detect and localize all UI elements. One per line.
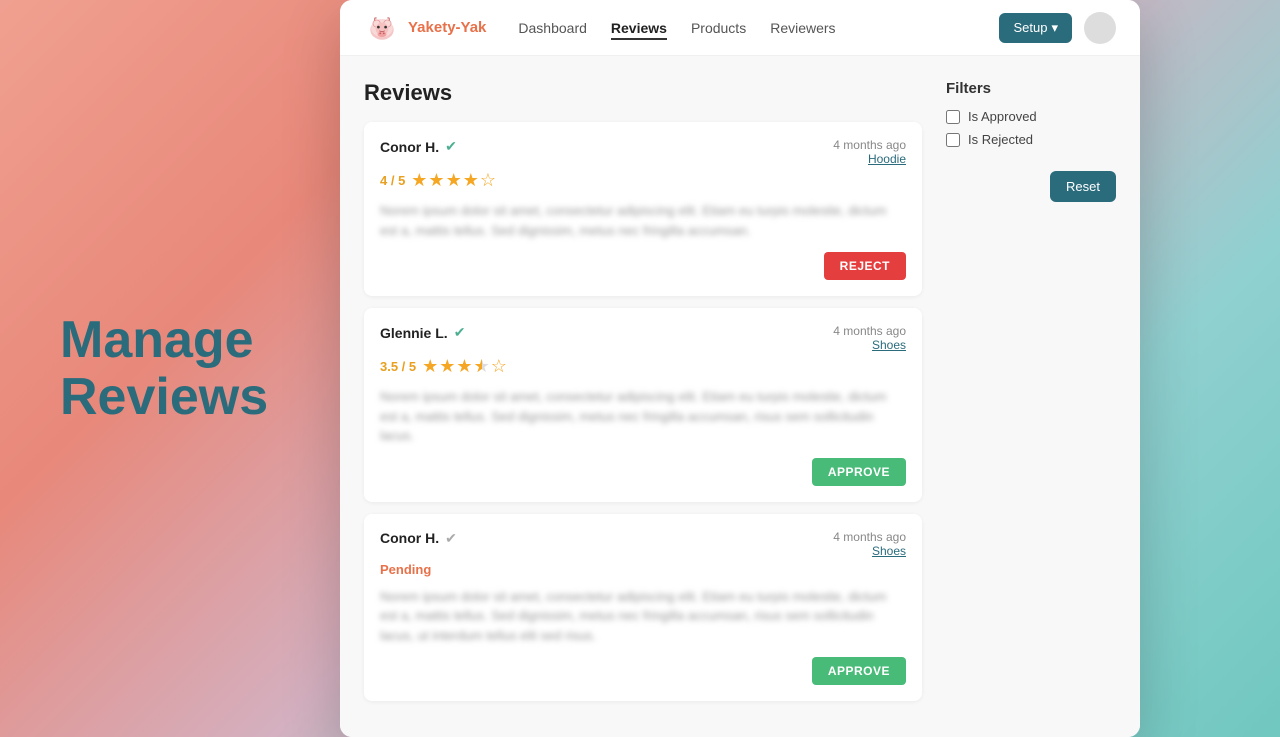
nav-products[interactable]: Products [691,16,746,40]
review-product[interactable]: Hoodie [833,152,906,166]
filters-title: Filters [946,80,1116,97]
reset-button[interactable]: Reset [1050,171,1116,202]
nav-reviews[interactable]: Reviews [611,16,667,40]
approve-button[interactable]: APPROVE [812,657,906,685]
filter-approved[interactable]: Is Approved [946,109,1116,124]
review-body: Norem ipsum dolor sit amet, consectetur … [380,587,906,646]
review-body: Norem ipsum dolor sit amet, consectetur … [380,387,906,446]
review-meta-right: 4 months ago Hoodie [833,138,906,166]
reviewer-info: Conor H. ✔ [380,138,457,155]
filter-approved-label: Is Approved [968,109,1037,124]
filter-rejected-checkbox[interactable] [946,133,960,147]
nav-dashboard[interactable]: Dashboard [518,16,587,40]
review-card: Conor H. ✔ 4 months ago Hoodie 4 / 5 ★★★… [364,122,922,296]
filters-sidebar: Filters Is Approved Is Rejected Reset [946,80,1116,713]
review-product[interactable]: Shoes [833,544,906,558]
review-header: Conor H. ✔ 4 months ago Hoodie [380,138,906,166]
review-actions: REJECT [380,252,906,280]
reviewer-name: Conor H. [380,530,439,546]
nav-right: Setup ▾ [999,12,1116,44]
nav-links: Dashboard Reviews Products Reviewers [518,16,999,40]
avatar[interactable] [1084,12,1116,44]
review-meta-right: 4 months ago Shoes [833,324,906,352]
review-time: 4 months ago [833,530,906,544]
review-card: Conor H. ✔ 4 months ago Shoes Pending No… [364,514,922,702]
brand-name: Yakety-Yak [408,19,486,36]
reviews-section: Reviews Conor H. ✔ 4 months ago Hoodie 4… [364,80,922,713]
setup-button[interactable]: Setup ▾ [999,13,1072,43]
review-header: Glennie L. ✔ 4 months ago Shoes [380,324,906,352]
filter-approved-checkbox[interactable] [946,110,960,124]
approve-button[interactable]: APPROVE [812,458,906,486]
rating-text: 3.5 / 5 [380,359,416,374]
reviewer-info: Glennie L. ✔ [380,324,465,341]
app-window: Yakety-Yak Dashboard Reviews Products Re… [340,0,1140,737]
main-content: Reviews Conor H. ✔ 4 months ago Hoodie 4… [340,56,1140,737]
verified-icon: ✔ [454,324,466,341]
nav-reviewers[interactable]: Reviewers [770,16,835,40]
navbar: Yakety-Yak Dashboard Reviews Products Re… [340,0,1140,56]
reject-button[interactable]: REJECT [824,252,906,280]
verified-icon: ✔ [445,530,457,547]
reviewer-name: Conor H. [380,139,439,155]
rating-row: 4 / 5 ★★★★☆ [380,170,906,191]
filter-rejected-label: Is Rejected [968,132,1033,147]
page-title: Reviews [364,80,922,106]
review-time: 4 months ago [833,138,906,152]
rating-text: 4 / 5 [380,173,405,188]
review-card: Glennie L. ✔ 4 months ago Shoes 3.5 / 5 … [364,308,922,502]
rating-row: 3.5 / 5 ★★★★★☆ [380,356,906,377]
pending-status: Pending [380,562,906,577]
verified-icon: ✔ [445,138,457,155]
brand[interactable]: Yakety-Yak [364,10,486,46]
stars: ★★★★☆ [411,170,497,191]
review-body: Norem ipsum dolor sit amet, consectetur … [380,201,906,240]
review-product[interactable]: Shoes [833,338,906,352]
review-actions: APPROVE [380,458,906,486]
review-meta-right: 4 months ago Shoes [833,530,906,558]
review-actions: APPROVE [380,657,906,685]
hero-text: Manage Reviews [60,311,380,425]
review-time: 4 months ago [833,324,906,338]
reviewer-info: Conor H. ✔ [380,530,457,547]
reviewer-name: Glennie L. [380,325,448,341]
stars: ★★★★★☆ [422,356,508,377]
review-header: Conor H. ✔ 4 months ago Shoes [380,530,906,558]
brand-logo-icon [364,10,400,46]
filter-rejected[interactable]: Is Rejected [946,132,1116,147]
